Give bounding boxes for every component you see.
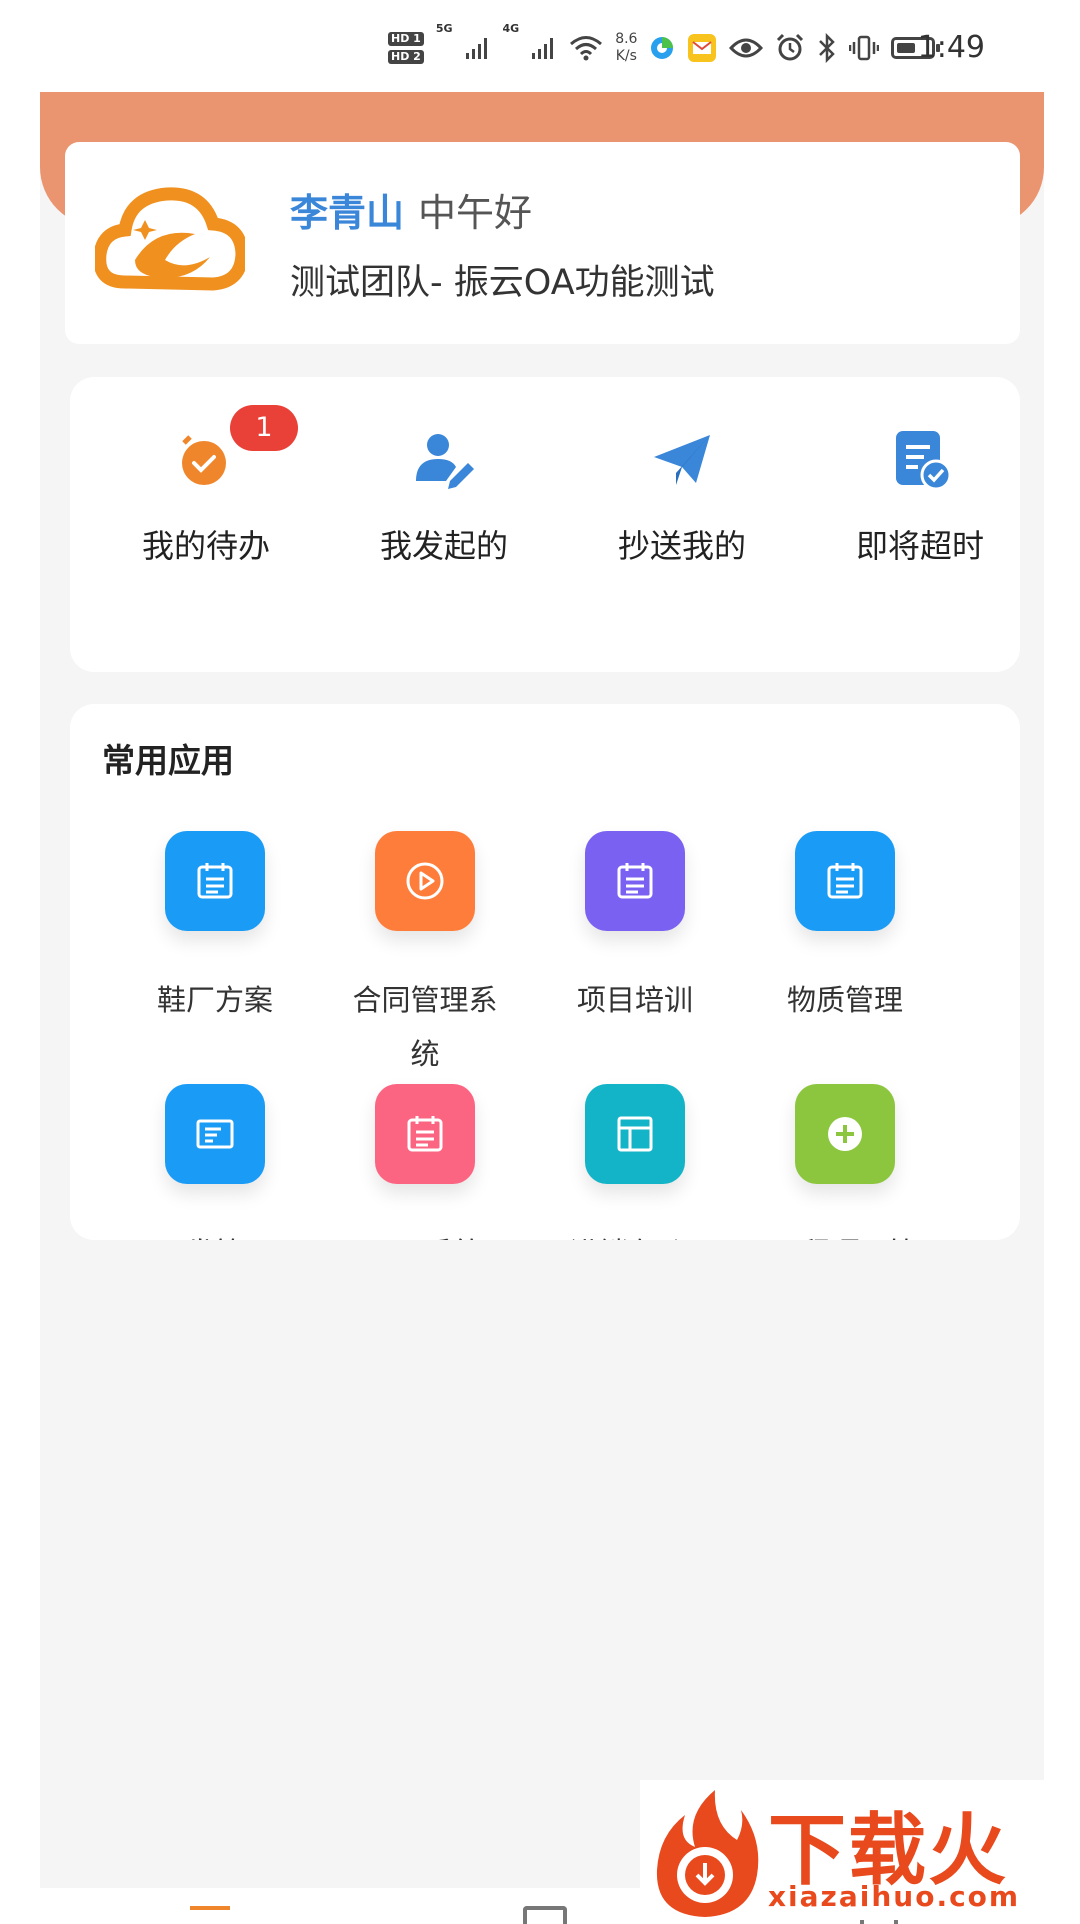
wifi-icon	[570, 36, 603, 61]
dual-sim-indicator: HD 1 HD 2	[388, 32, 424, 64]
calendar-icon	[617, 863, 653, 899]
app-content: 李青山 中午好 测试团队- 振云OA功能测试 1 我的待办 我发起的 抄送我的 …	[40, 92, 1044, 1888]
quick-action-my-todo[interactable]: 1 我的待办	[106, 405, 306, 567]
app-label: 项目培训	[576, 983, 693, 1017]
common-apps-card: 常用应用 鞋厂方案 合同管理系统 项目培训 物质管理	[70, 704, 1020, 1240]
app-tile	[375, 1084, 475, 1184]
app-erp-system[interactable]: ERP系统	[330, 1084, 520, 1240]
greeting: 中午好	[418, 191, 533, 235]
watermark-url: xiazaihuo.com	[768, 1880, 1021, 1913]
app-label: 工程项目管	[760, 1226, 930, 1240]
tab-message-icon[interactable]	[523, 1906, 567, 1924]
status-bar: HD 1 HD 2 5G 4G 8.6 K/s 1:49	[0, 0, 1080, 92]
alarm-clock-icon: 1	[174, 405, 298, 491]
app-tile	[165, 831, 265, 931]
flame-logo-icon	[656, 1790, 759, 1917]
mail-notification-icon	[688, 34, 717, 62]
network2-label: 4G	[502, 22, 520, 35]
app-tile	[585, 1084, 685, 1184]
app-label: 进销存_订	[550, 1226, 720, 1240]
user-name: 李青山	[290, 191, 405, 235]
greeting-line: 李青山 中午好	[290, 182, 532, 237]
app-engineering-projects[interactable]: 工程项目管	[750, 1084, 940, 1240]
app-material-management[interactable]: 物质管理	[750, 831, 940, 1027]
plus-circle-icon	[828, 1117, 862, 1151]
alarm-icon	[777, 33, 804, 61]
network1-label: 5G	[435, 22, 453, 35]
app-label: 合同管理系统	[352, 983, 498, 1071]
speed-value: 8.6	[615, 31, 638, 47]
paper-plane-icon	[650, 427, 714, 491]
clock: 1:49	[917, 30, 985, 65]
layout-icon	[617, 1116, 653, 1152]
todo-count-badge: 1	[230, 405, 298, 451]
app-contract-management[interactable]: 合同管理系统	[330, 831, 520, 1081]
app-tile	[375, 831, 475, 931]
quick-action-label: 即将超时	[855, 527, 984, 565]
app-shoe-factory[interactable]: 鞋厂方案	[120, 831, 310, 1027]
app-label: ERP系统	[340, 1226, 510, 1240]
app-tile	[585, 831, 685, 931]
app-tile	[165, 1084, 265, 1184]
team-name: 测试团队- 振云OA功能测试	[290, 263, 715, 303]
sim1-label: HD 1	[388, 32, 424, 46]
user-card[interactable]: 李青山 中午好 测试团队- 振云OA功能测试	[65, 142, 1020, 344]
id-card-icon	[196, 1119, 234, 1149]
quick-action-about-to-expire[interactable]: 即将超时	[820, 427, 1020, 567]
quick-action-cc-to-me[interactable]: 抄送我的	[582, 427, 782, 567]
app-tile	[795, 1084, 895, 1184]
quick-action-label: 我发起的	[379, 527, 508, 565]
calendar-icon	[197, 863, 233, 899]
bluetooth-icon	[819, 33, 836, 63]
app-inventory-orders[interactable]: 进销存_订	[540, 1084, 730, 1240]
quick-action-initiated[interactable]: 我发起的	[344, 427, 544, 567]
app-label: 研发管理	[130, 1226, 300, 1240]
signal-icon	[465, 38, 487, 59]
vibrate-icon	[849, 35, 880, 61]
cloud-logo-icon	[95, 187, 245, 291]
section-title: 常用应用	[102, 741, 234, 780]
user-edit-icon	[412, 427, 476, 491]
watermark: 下载火 xiazaihuo.com	[640, 1780, 1080, 1920]
app-tile	[795, 831, 895, 931]
network-speed: 8.6 K/s	[615, 31, 637, 65]
speed-unit: K/s	[615, 48, 637, 64]
tab-home-icon[interactable]	[190, 1906, 230, 1924]
signal-icon	[532, 38, 554, 59]
battery-level	[897, 43, 916, 53]
app-notification-icon	[651, 37, 674, 59]
eye-icon	[729, 38, 764, 58]
quick-action-label: 抄送我的	[617, 527, 746, 565]
app-label: 鞋厂方案	[156, 983, 273, 1017]
document-check-icon	[888, 427, 952, 491]
quick-action-label: 我的待办	[141, 527, 270, 565]
app-rd-management[interactable]: 研发管理	[120, 1084, 310, 1240]
play-circle-icon	[406, 862, 444, 900]
calendar-icon	[407, 1116, 443, 1152]
app-project-training[interactable]: 项目培训	[540, 831, 730, 1027]
quick-actions-card: 1 我的待办 我发起的 抄送我的 即将超时	[70, 377, 1020, 672]
sim2-label: HD 2	[388, 50, 424, 64]
status-icons: HD 1 HD 2 5G 4G 8.6 K/s	[388, 22, 941, 74]
app-label: 物质管理	[786, 983, 903, 1017]
calendar-icon	[827, 863, 863, 899]
